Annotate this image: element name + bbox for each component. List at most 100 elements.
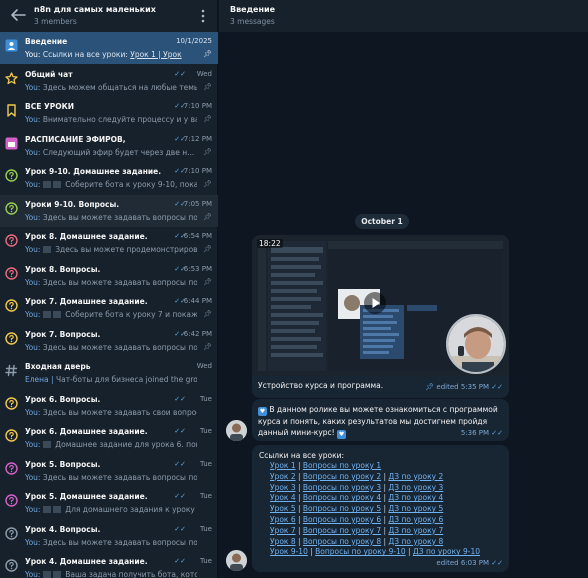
topic-time: Tue — [200, 427, 212, 435]
lesson-link[interactable]: Урок 6 — [270, 515, 296, 524]
star-icon — [5, 71, 18, 85]
video-message[interactable]: 18:22 Устройство курса и программа. 📌︎ e… — [252, 235, 509, 398]
links-edited-time: edited 6:03 PM — [436, 559, 490, 567]
lesson-link[interactable]: Вопросы по уроку 9-10 — [315, 547, 405, 556]
lesson-link[interactable]: Вопросы по уроку 8 — [303, 537, 381, 546]
topic-preview: You: Ссылки на все уроки: Урок 1 | Урок — [25, 50, 197, 59]
lesson-link[interactable]: ДЗ по уроку 3 — [388, 483, 443, 492]
topic-preview: You: Здесь вы можете задавать вопросы по… — [25, 278, 197, 287]
read-ticks-icon: ✓✓ — [174, 557, 186, 565]
topic-preview: You: Здесь вы можете задавать вопросы по… — [25, 473, 197, 482]
preview-sender: You: — [25, 147, 41, 157]
lesson-link-row: Урок 6 | Вопросы по уроку 6 | ДЗ по урок… — [270, 515, 506, 526]
topic-item[interactable]: Урок 6. Домашнее задание. ✓✓ Tue You: Домаш… — [0, 422, 218, 454]
play-icon[interactable] — [364, 292, 386, 314]
lesson-link[interactable]: Урок 5 — [270, 504, 296, 513]
topic-item[interactable]: РАСПИСАНИЕ ЭФИРОВ, ✓✓ 7:12 PM You: Следующи… — [0, 130, 218, 162]
topic-item[interactable]: Урок 8. Домашнее задание. ✓✓ 6:54 PM You: З… — [0, 227, 218, 259]
read-ticks-icon: ✓✓ — [174, 492, 186, 500]
lesson-link[interactable]: Вопросы по уроку 5 — [303, 504, 381, 513]
lesson-link[interactable]: ДЗ по уроку 5 — [388, 504, 443, 513]
lesson-link[interactable]: Урок 9-10 — [270, 547, 308, 556]
conversation-header[interactable]: Введение 3 messages — [219, 0, 588, 32]
topic-item[interactable]: Урок 5. Домашнее задание. ✓✓ Tue You: Для д… — [0, 487, 218, 519]
chat-question-icon — [5, 201, 18, 215]
preview-text: Здесь вы можете задавать вопросы по уро.… — [42, 342, 197, 352]
preview-sender: You: — [25, 440, 41, 449]
lesson-link[interactable]: Урок 7 — [270, 526, 296, 535]
links-message[interactable]: Ссылки на все уроки: Урок 1 | Вопросы по… — [252, 445, 509, 572]
topic-name: Урок 9-10. Домашнее задание. — [25, 167, 162, 176]
lesson-link[interactable]: Урок 2 — [270, 472, 296, 481]
lesson-links: Урок 1 | Вопросы по уроку 1 Урок 2 | Вопр… — [270, 461, 506, 558]
lesson-link[interactable]: ДЗ по уроку 6 — [388, 515, 443, 524]
topic-item[interactable]: Урок 7. Домашнее задание. ✓✓ 6:44 PM You: С… — [0, 292, 218, 324]
topic-preview: You: Домашнее задание для урока 6. показ… — [25, 440, 197, 449]
chat-question-icon — [5, 331, 18, 345]
back-arrow-icon[interactable] — [9, 7, 27, 23]
lesson-link[interactable]: ДЗ по уроку 4 — [388, 493, 443, 502]
topic-name: Введение — [25, 37, 68, 46]
topic-preview: You: Следующий эфир будет через две н... — [25, 148, 197, 157]
lesson-link[interactable]: Урок 3 — [270, 483, 296, 492]
sender-avatar[interactable] — [226, 550, 247, 571]
read-ticks-icon: ✓✓ — [491, 429, 503, 437]
preview-text: Соберите бота к уроку 9-10, показ... — [62, 180, 197, 189]
read-ticks-icon: ✓✓ — [174, 69, 186, 78]
topic-item[interactable]: Урок 4. Домашнее задание. ✓✓ Tue You: Ваша … — [0, 552, 218, 578]
lesson-link[interactable]: Вопросы по уроку 7 — [303, 526, 381, 535]
lesson-link-row: Урок 2 | Вопросы по уроку 2 | ДЗ по урок… — [270, 472, 506, 483]
date-separator: October 1 — [355, 214, 409, 229]
lesson-link[interactable]: Вопросы по уроку 4 — [303, 493, 381, 502]
link-separator: | — [295, 536, 303, 546]
preview-sender: You: — [25, 342, 41, 352]
lesson-link[interactable]: Вопросы по уроку 6 — [303, 515, 381, 524]
read-ticks-icon: ✓✓ — [491, 383, 503, 391]
media-thumbnail — [42, 571, 51, 578]
lesson-link[interactable]: ДЗ по уроку 7 — [388, 526, 443, 535]
lesson-link[interactable]: Вопросы по уроку 1 — [303, 461, 381, 470]
read-ticks-icon: ✓✓ — [174, 427, 186, 435]
topic-time: 7:10 PM — [183, 102, 212, 110]
topic-item[interactable]: Урок 5. Вопросы. ✓✓ Tue You: Здесь вы может… — [0, 455, 218, 487]
topic-item[interactable]: Урок 4. Вопросы. ✓✓ Tue You: Здесь вы может… — [0, 520, 218, 552]
preview-text: Здесь вы можете продемонстрирова... — [52, 245, 197, 254]
preview-link: Урок 1 | Урок — [130, 50, 182, 59]
preview-text: Здесь вы можете задавать вопросы по уро.… — [42, 277, 197, 287]
lesson-link[interactable]: Вопросы по уроку 3 — [303, 483, 381, 492]
topic-item[interactable]: Уроки 9-10. Вопросы. ✓✓ 7:05 PM You: Здесь … — [0, 194, 218, 227]
lesson-link[interactable]: Урок 4 — [270, 493, 296, 502]
topic-item[interactable]: ВСЕ УРОКИ ✓✓ 7:10 PM You: Внимательно следу… — [0, 97, 218, 129]
lesson-link[interactable]: ДЗ по уроку 2 — [388, 472, 443, 481]
lesson-link[interactable]: ДЗ по уроку 8 — [388, 537, 443, 546]
topic-preview: You: Для домашнего задания к уроку 5... — [25, 505, 197, 514]
topic-time: Tue — [200, 394, 212, 403]
media-thumbnail — [52, 311, 61, 318]
topic-item[interactable]: Урок 9-10. Домашнее задание. ✓✓ 7:10 PM You… — [0, 162, 218, 194]
sender-avatar[interactable] — [226, 420, 247, 441]
calendar-icon — [5, 137, 18, 150]
topic-time: 6:54 PM — [183, 232, 212, 240]
topic-preview: You: Здесь вы можете продемонстрирова... — [25, 245, 197, 254]
topic-item[interactable]: Урок 8. Вопросы. ✓✓ 6:53 PM You: Здесь вы м… — [0, 260, 218, 292]
video-preview[interactable]: 18:22 — [252, 235, 509, 376]
group-member-count: 3 members — [34, 17, 77, 26]
lesson-link[interactable]: Вопросы по уроку 2 — [303, 472, 381, 481]
lesson-link[interactable]: Урок 1 — [270, 461, 296, 470]
media-thumbnail — [42, 246, 51, 253]
topic-name: РАСПИСАНИЕ ЭФИРОВ, — [25, 134, 126, 144]
lesson-link[interactable]: ДЗ по уроку 9-10 — [413, 547, 480, 556]
topic-item[interactable]: Входная дверь Wed Елена | Чат-боты для биз… — [0, 357, 218, 389]
topic-item[interactable]: Введение 10/1/2025 You: Ссылки на все урок… — [0, 32, 218, 64]
topic-item[interactable]: Общий чат ✓✓ Wed You: Здесь можем общаться … — [0, 65, 218, 97]
topic-name: Урок 7. Вопросы. — [25, 329, 101, 339]
bookmark-icon — [5, 104, 18, 117]
text-message[interactable]: ♥ В данном ролике вы можете ознакомиться… — [252, 399, 509, 441]
topic-item[interactable]: Урок 7. Вопросы. ✓✓ 6:42 PM You: Здесь вы м… — [0, 325, 218, 357]
preview-sender: You: — [25, 472, 41, 482]
chat-question-icon — [5, 429, 18, 442]
topic-time: Wed — [196, 362, 212, 370]
more-menu-icon[interactable] — [198, 8, 208, 24]
topic-item[interactable]: Урок 6. Вопросы. ✓✓ Tue You: Здесь вы может… — [0, 390, 218, 422]
lesson-link[interactable]: Урок 8 — [270, 537, 296, 546]
